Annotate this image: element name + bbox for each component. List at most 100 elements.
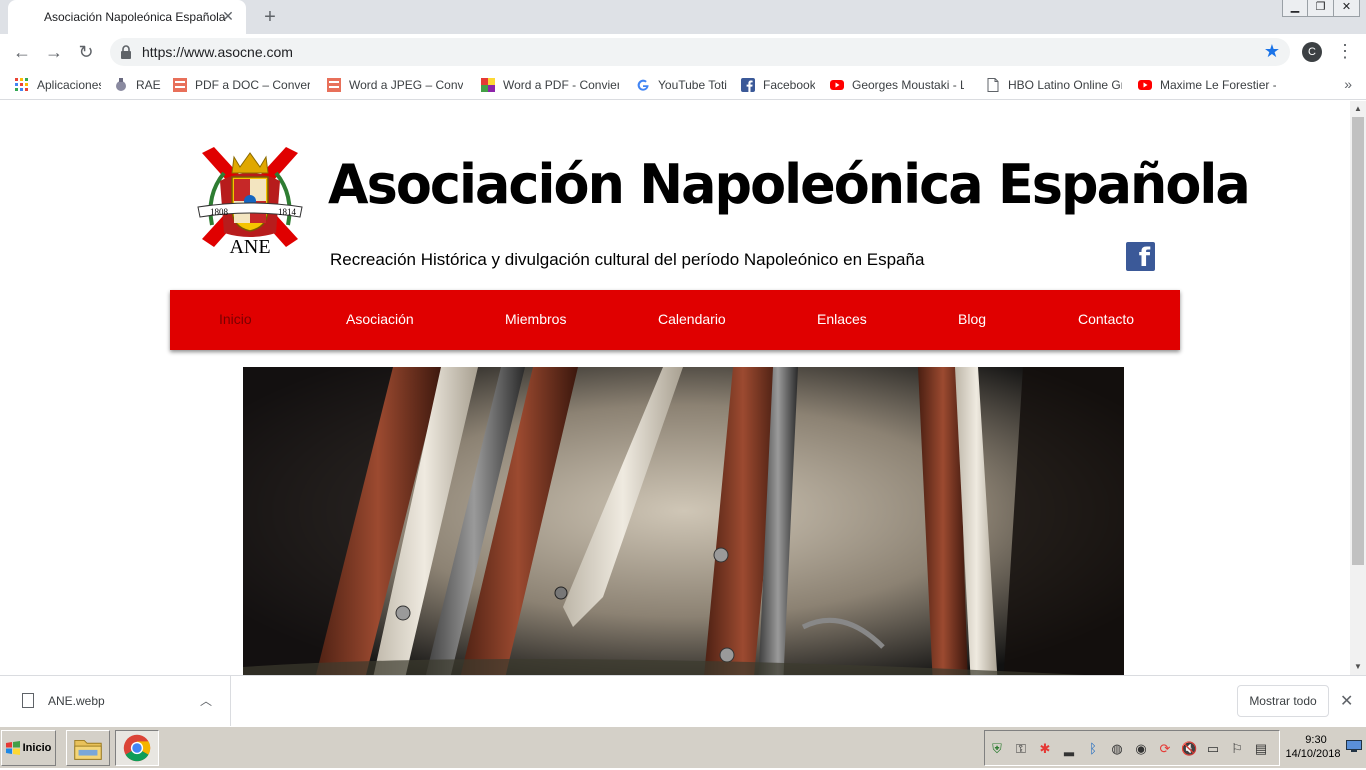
shield-icon[interactable]: ⛨ — [989, 741, 1005, 757]
bookmarks-bar: Aplicaciones RAE PDF a DOC – Convertir W… — [0, 70, 1366, 100]
usb-icon[interactable]: ⚿ — [1013, 741, 1029, 757]
minimize-button[interactable]: ▁ — [1282, 0, 1308, 17]
chevron-up-icon[interactable]: ︿ — [200, 692, 212, 709]
bookmark-label: Maxime Le Forestier - — [1160, 78, 1276, 92]
nav-miembros[interactable]: Miembros — [505, 311, 566, 327]
signal-bars-icon[interactable]: ▂ — [1061, 741, 1077, 757]
browser-tab[interactable]: Asociación Napoleónica Española ✕ — [8, 0, 246, 34]
profile-avatar[interactable]: C — [1302, 42, 1322, 62]
bookmark-georges-moustaki[interactable]: Georges Moustaki - Le — [830, 77, 964, 93]
logo-acronym: ANE — [229, 236, 270, 257]
download-item[interactable]: ANE.webp ︿ — [0, 676, 231, 726]
bookmark-rae[interactable]: RAE — [114, 77, 164, 93]
show-all-button[interactable]: Mostrar todo — [1237, 685, 1329, 717]
site-navbar: Inicio Asociación Miembros Calendario En… — [170, 290, 1180, 350]
network-icon[interactable]: ◍ — [1109, 741, 1125, 757]
sync-icon[interactable]: ⟳ — [1157, 741, 1173, 757]
bookmark-maxime-le-forestier[interactable]: Maxime Le Forestier - — [1138, 77, 1276, 93]
bookmark-youtube-toti[interactable]: YouTube Toti — [636, 77, 728, 93]
clipboard-icon[interactable]: ▤ — [1253, 741, 1269, 757]
facebook-link-icon[interactable]: f — [1126, 242, 1155, 271]
tab-close-icon[interactable]: ✕ — [220, 8, 236, 24]
restore-button[interactable]: ❐ — [1308, 0, 1334, 17]
bookmark-aplicaciones[interactable]: Aplicaciones — [15, 77, 101, 93]
address-bar[interactable]: https://www.asocne.com ★ — [110, 38, 1290, 66]
facebook-icon — [741, 78, 755, 92]
colorful-squares-icon — [481, 78, 495, 92]
window-controls: ▁ ❐ ✕ — [1282, 0, 1360, 18]
bookmark-word-a-pdf[interactable]: Word a PDF - Convierte — [481, 77, 619, 93]
clock-date[interactable]: 14/10/2018 — [1283, 748, 1343, 760]
taskbar-chrome[interactable] — [115, 730, 159, 766]
bookmarks-overflow-icon[interactable]: » — [1344, 76, 1352, 92]
page-viewport: 1808 1814 ANE Asociación Napoleónica Esp… — [0, 101, 1350, 675]
show-desktop-icon[interactable] — [1346, 740, 1362, 752]
site-title: Asociación Napoleónica Española — [328, 153, 1251, 216]
bookmark-label: Word a PDF - Convierte — [503, 78, 619, 92]
bookmark-label: RAE — [136, 78, 161, 92]
volume-muted-icon[interactable]: 🔇 — [1181, 741, 1197, 757]
youtube-icon — [1138, 80, 1152, 90]
start-button[interactable]: Inicio — [1, 730, 56, 766]
eye-icon[interactable]: ◉ — [1133, 741, 1149, 757]
ane-logo[interactable]: 1808 1814 ANE — [192, 147, 308, 257]
download-file-name[interactable]: ANE.webp — [48, 694, 105, 708]
bookmark-label: HBO Latino Online Grat — [1008, 78, 1122, 92]
flag-icon[interactable]: ⚐ — [1229, 741, 1245, 757]
browser-toolbar: ← → ↻ https://www.asocne.com ★ C ⋮ — [0, 34, 1366, 70]
nav-inicio[interactable]: Inicio — [219, 311, 252, 327]
reload-button[interactable]: ↻ — [74, 40, 98, 64]
browser-tabstrip: Asociación Napoleónica Española ✕ + ▁ ❐ … — [0, 0, 1366, 34]
file-icon — [22, 693, 34, 708]
bookmark-label: Facebook — [763, 78, 815, 92]
scroll-down-icon[interactable]: ▼ — [1350, 659, 1366, 675]
bookmark-label: Aplicaciones — [37, 78, 101, 92]
new-tab-button[interactable]: + — [258, 5, 282, 29]
chrome-icon — [123, 734, 151, 762]
scroll-up-icon[interactable]: ▲ — [1350, 101, 1366, 117]
site-subtitle: Recreación Histórica y divulgación cultu… — [330, 250, 925, 269]
bookmark-pdf-a-doc[interactable]: PDF a DOC – Convertir — [173, 77, 310, 93]
scrollbar-thumb[interactable] — [1352, 117, 1364, 565]
browser-menu-icon[interactable]: ⋮ — [1336, 40, 1354, 64]
rae-icon — [116, 78, 126, 91]
window-close-button[interactable]: ✕ — [1334, 0, 1360, 17]
bookmark-hbo-latino[interactable]: HBO Latino Online Grat — [986, 77, 1122, 93]
antivirus-icon[interactable]: ✱ — [1037, 741, 1053, 757]
bookmark-label: Word a JPEG – Conviert — [349, 78, 463, 92]
bookmark-word-a-jpeg[interactable]: Word a JPEG – Conviert — [327, 77, 463, 93]
google-icon — [637, 79, 649, 91]
forward-button[interactable]: → — [42, 40, 66, 64]
nav-blog[interactable]: Blog — [958, 311, 986, 327]
bookmark-label: YouTube Toti — [658, 78, 727, 92]
logo-year-left: 1808 — [210, 207, 229, 217]
bluetooth-icon[interactable]: ᛒ — [1085, 741, 1101, 757]
url-text[interactable]: https://www.asocne.com — [142, 44, 293, 60]
pdf-doc-icon — [173, 78, 187, 92]
nav-enlaces[interactable]: Enlaces — [817, 311, 867, 327]
doc-jpg-icon — [327, 78, 341, 92]
page-scrollbar[interactable]: ▲ ▼ — [1350, 101, 1366, 675]
nav-contacto[interactable]: Contacto — [1078, 311, 1134, 327]
clock-time[interactable]: 9:30 — [1296, 734, 1336, 746]
logo-year-right: 1814 — [278, 207, 297, 217]
windows-taskbar: Inicio ⛨ ⚿ ✱ ▂ ᛒ ◍ ◉ ⟳ 🔇 ▭ ⚐ ▤ 9:30 14/1… — [0, 726, 1366, 768]
tab-title: Asociación Napoleónica Española — [44, 10, 226, 24]
apps-grid-icon — [15, 78, 28, 91]
nav-calendario[interactable]: Calendario — [658, 311, 726, 327]
hero-image — [243, 367, 1124, 675]
nav-asociacion[interactable]: Asociación — [346, 311, 414, 327]
taskbar-file-explorer[interactable] — [66, 730, 110, 766]
start-label: Inicio — [22, 742, 52, 754]
page-icon — [987, 78, 999, 92]
system-tray: ⛨ ⚿ ✱ ▂ ᛒ ◍ ◉ ⟳ 🔇 ▭ ⚐ ▤ — [984, 730, 1280, 766]
back-button[interactable]: ← — [10, 40, 34, 64]
battery-icon[interactable]: ▭ — [1205, 741, 1221, 757]
bookmark-facebook[interactable]: Facebook — [741, 77, 815, 93]
youtube-icon — [830, 80, 844, 90]
bookmark-star-icon[interactable]: ★ — [1264, 41, 1280, 62]
download-bar: ANE.webp ︿ Mostrar todo ✕ — [0, 675, 1366, 726]
bookmark-label: Georges Moustaki - Le — [852, 78, 964, 92]
download-bar-close-icon[interactable]: ✕ — [1340, 691, 1353, 711]
lock-icon[interactable] — [120, 45, 132, 59]
